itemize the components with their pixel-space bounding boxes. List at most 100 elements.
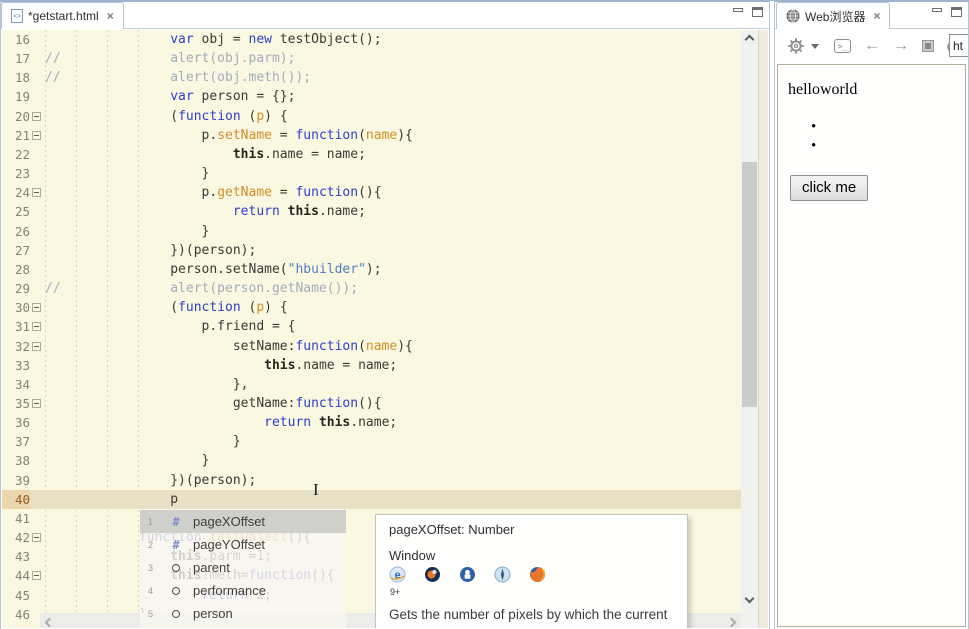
code-text[interactable]: }	[43, 164, 210, 183]
tab-title: Web浏览器	[805, 9, 866, 24]
line-number: 34	[14, 376, 30, 392]
code-text[interactable]: (function (p) {	[43, 107, 287, 126]
code-line: 17 // alert(obj.parm);	[2, 49, 742, 68]
line-number: 24	[14, 185, 30, 201]
android-icon	[459, 566, 476, 583]
console-button[interactable]: >_	[834, 39, 851, 53]
line-number: 32	[14, 338, 30, 354]
overview-ruler	[758, 30, 768, 628]
completion-item[interactable]: 4 performance	[140, 579, 346, 602]
scroll-left-icon[interactable]	[44, 617, 55, 628]
code-text[interactable]: // alert(person.getName());	[43, 279, 358, 298]
tab-getstart-html[interactable]: <> *getstart.html ×	[1, 2, 124, 29]
object-icon	[168, 605, 184, 623]
code-text[interactable]: }	[43, 509, 147, 528]
code-text[interactable]: p	[43, 490, 178, 509]
fold-toggle-icon[interactable]	[32, 533, 41, 543]
back-button[interactable]: ←	[864, 37, 880, 55]
code-text[interactable]: // alert(obj.meth());	[43, 68, 311, 87]
bullet-list: • •	[778, 119, 816, 157]
code-text[interactable]: }	[43, 432, 241, 451]
code-editor[interactable]: 16 var obj = new testObject(); 17 // alert…	[2, 30, 768, 628]
code-text[interactable]: setName:function(name){	[43, 337, 413, 356]
completion-item[interactable]: 1 # pageXOffset	[140, 510, 346, 533]
html-file-icon: <>	[11, 9, 23, 23]
code-text[interactable]: }	[43, 451, 210, 470]
code-text[interactable]: p.getName = function(){	[43, 183, 382, 202]
code-text[interactable]: })(person);	[43, 241, 256, 260]
ie-version-label: 9+	[390, 587, 401, 597]
completion-item[interactable]: 2 # pageYOffset	[140, 533, 346, 556]
list-bullet: •	[811, 138, 817, 154]
code-line: 25 return this.name;	[2, 202, 742, 221]
fold-column	[30, 490, 43, 509]
vertical-scrollbar[interactable]	[741, 30, 758, 628]
scroll-right-icon[interactable]	[726, 617, 737, 628]
code-text[interactable]: return this.name;	[43, 202, 366, 221]
fold-toggle-icon[interactable]	[32, 341, 41, 351]
completion-label: pageYOffset	[193, 537, 266, 552]
line-number: 28	[14, 261, 30, 277]
code-text[interactable]: p.setName = function(name){	[43, 126, 413, 145]
minimize-button[interactable]	[733, 8, 743, 12]
maximize-button[interactable]	[752, 7, 763, 17]
gear-icon	[787, 37, 805, 55]
code-text[interactable]: this.name = name;	[43, 145, 366, 164]
safari-icon	[494, 566, 511, 583]
line-number: 16	[14, 32, 30, 47]
scrollbar-thumb[interactable]	[742, 162, 757, 407]
line-number: 40	[2, 489, 30, 509]
property-icon: #	[172, 514, 180, 529]
completion-index: 3	[148, 562, 154, 573]
line-number: 27	[14, 242, 30, 258]
doc-tooltip: pageXOffset: Number Window e 9+ Gets the…	[375, 514, 688, 628]
fold-toggle-icon[interactable]	[32, 130, 41, 140]
code-text[interactable]: person.setName("hbuilder");	[43, 260, 381, 279]
click-me-button[interactable]: click me	[790, 175, 869, 201]
code-text[interactable]: p.friend = {	[43, 317, 296, 336]
tab-web-browser[interactable]: Web浏览器 ×	[776, 2, 891, 29]
completion-label: parent	[193, 560, 230, 575]
fold-column	[30, 586, 43, 605]
fold-toggle-icon[interactable]	[32, 111, 41, 121]
fold-column	[30, 164, 43, 183]
line-number: 41	[14, 510, 30, 526]
code-line: 21 p.setName = function(name){	[2, 126, 742, 145]
close-icon[interactable]: ×	[104, 9, 114, 23]
fold-toggle-icon[interactable]	[32, 398, 41, 408]
scroll-down-icon[interactable]	[744, 593, 755, 604]
code-text[interactable]: var person = {};	[43, 87, 295, 106]
code-text[interactable]: }	[43, 222, 210, 241]
completion-index: 1	[148, 516, 154, 527]
completion-label: pageXOffset	[193, 514, 266, 529]
completion-item[interactable]: 3 parent	[140, 556, 346, 579]
line-number: 44	[14, 568, 30, 584]
fold-column	[30, 471, 43, 490]
code-text[interactable]: // alert(obj.parm);	[43, 49, 295, 68]
hbuilder-window: <> *getstart.html × 16 var obj = new tes…	[0, 0, 969, 629]
stop-button[interactable]	[922, 40, 934, 52]
close-icon[interactable]: ×	[870, 9, 880, 23]
minimize-button[interactable]	[932, 8, 942, 12]
fold-toggle-icon[interactable]	[32, 303, 41, 313]
fold-column	[30, 375, 43, 394]
forward-button[interactable]: →	[893, 37, 909, 55]
fold-toggle-icon[interactable]	[32, 571, 41, 581]
code-line: 30 (function (p) {	[2, 298, 742, 317]
code-line: 28 person.setName("hbuilder");	[2, 260, 742, 279]
maximize-button[interactable]	[951, 7, 962, 17]
code-text[interactable]: getName:function(){	[43, 394, 382, 413]
fold-toggle-icon[interactable]	[32, 188, 41, 198]
code-text[interactable]: (function (p) {	[43, 298, 287, 317]
fold-toggle-icon[interactable]	[32, 322, 41, 332]
code-text[interactable]: return this.name;	[43, 413, 397, 432]
code-text[interactable]: })(person);	[43, 471, 256, 490]
settings-button[interactable]	[787, 37, 819, 55]
scroll-up-icon[interactable]	[744, 34, 755, 45]
code-text[interactable]: var obj = new testObject();	[43, 30, 381, 49]
code-line: 22 this.name = name;	[2, 145, 742, 164]
url-input[interactable]	[949, 34, 968, 57]
completion-item[interactable]: 5 person	[140, 602, 346, 625]
code-text[interactable]: },	[43, 375, 249, 394]
code-text[interactable]: this.name = name;	[43, 356, 397, 375]
